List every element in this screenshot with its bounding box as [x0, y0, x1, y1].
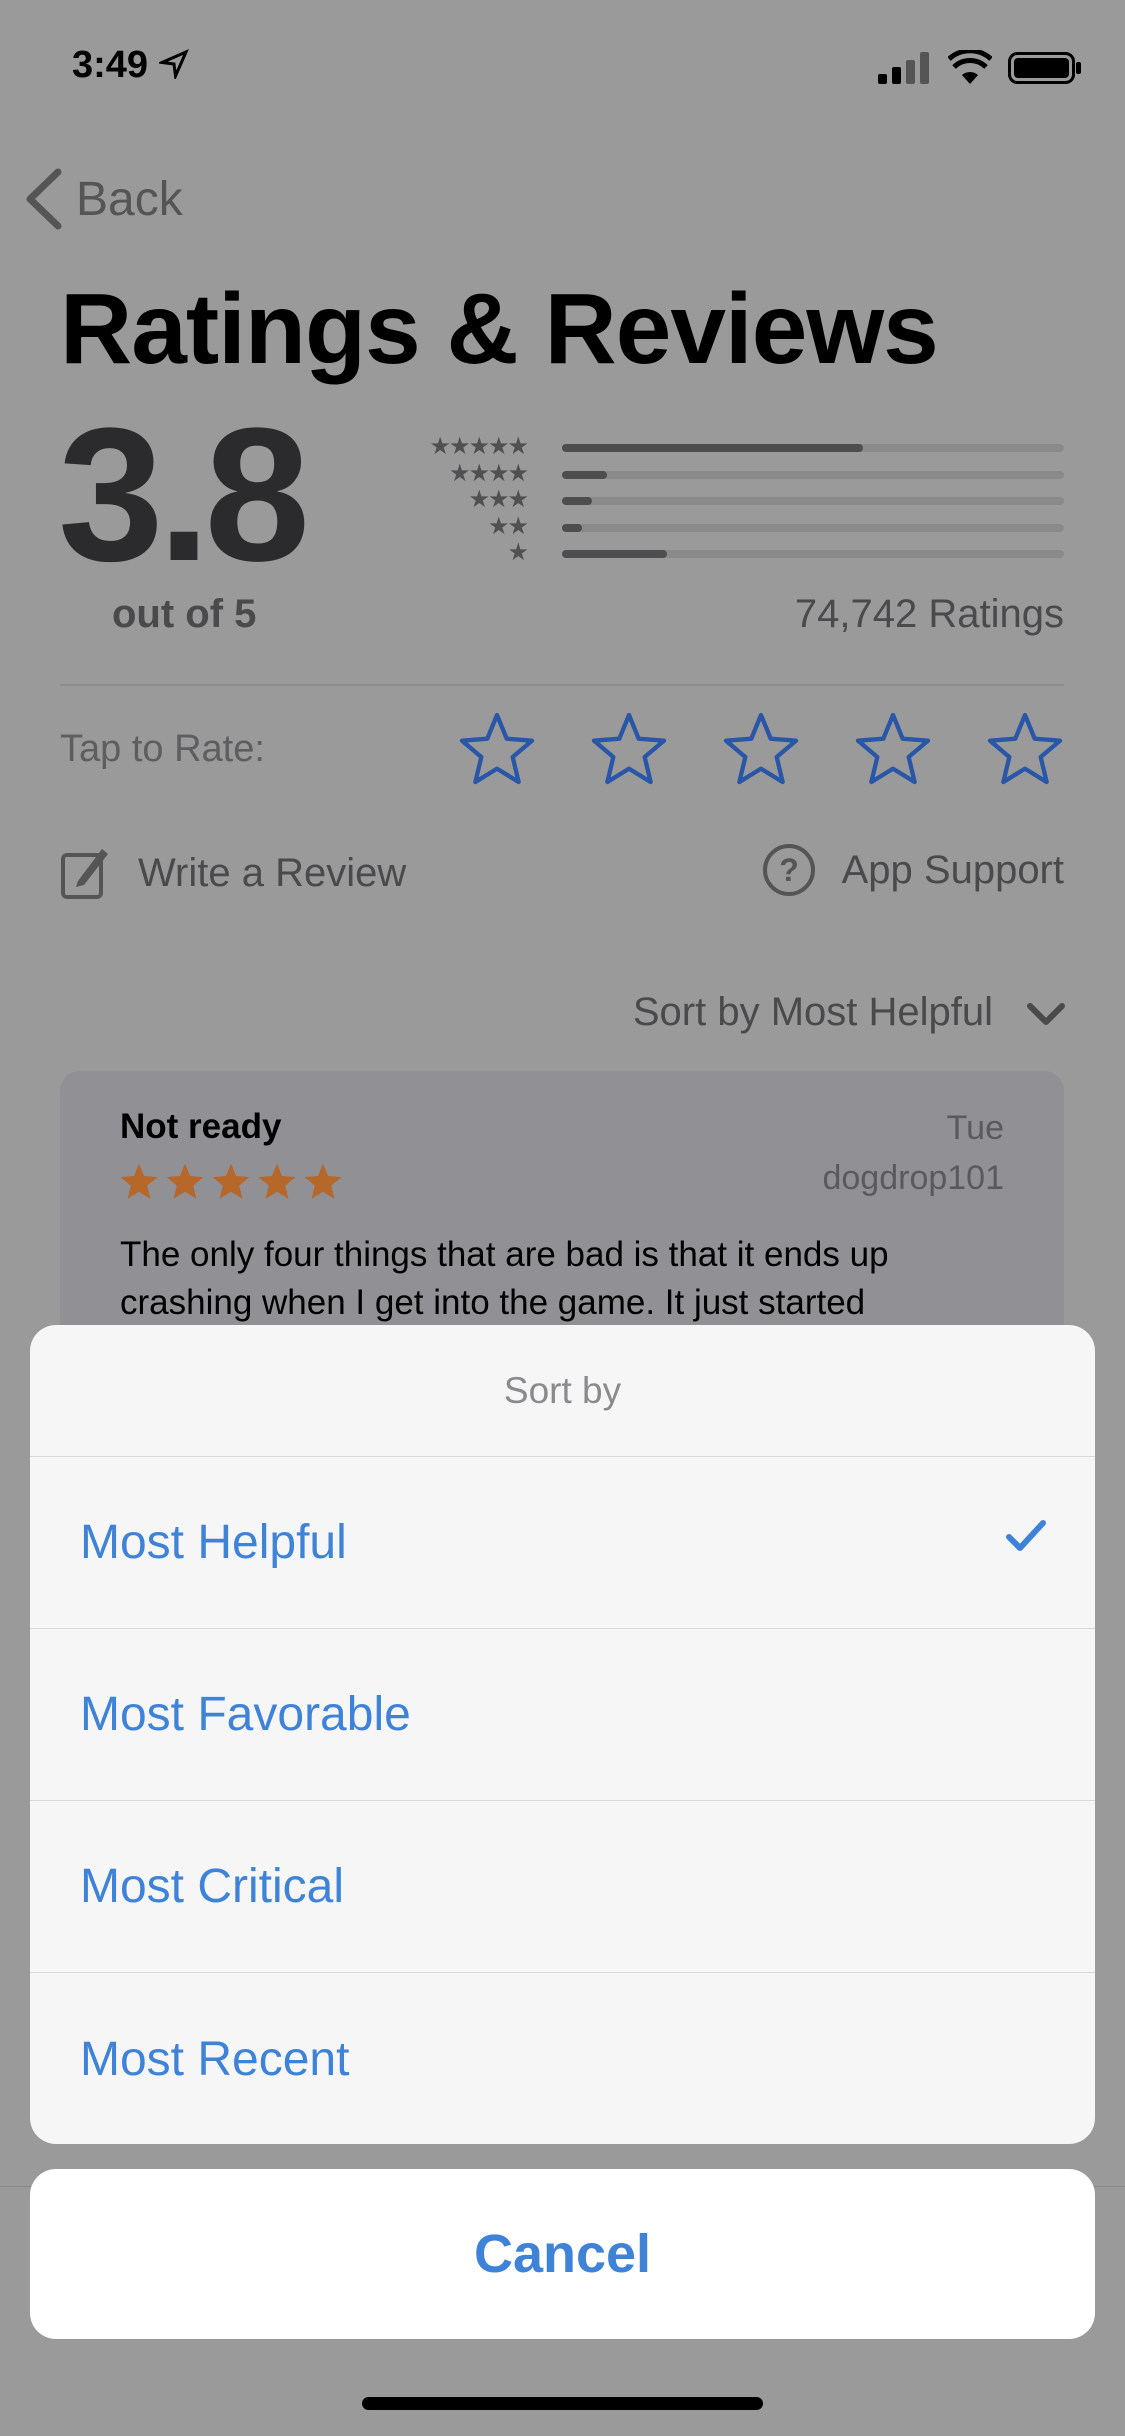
sort-option-label: Most Recent: [80, 2032, 350, 2086]
checkmark-icon: [1006, 1520, 1046, 1551]
chevron-left-icon: [26, 168, 62, 230]
time-text: 3:49: [72, 44, 149, 86]
location-arrow-icon: [156, 49, 189, 82]
sort-option-most-critical[interactable]: Most Critical: [30, 1801, 1095, 1973]
review-title: Not ready: [120, 1107, 282, 1146]
wifi-icon: [948, 50, 992, 84]
review-date: Tue: [946, 1109, 1004, 1147]
distribution-stars-label: ★: [507, 539, 528, 566]
distribution-bar-fill: [562, 497, 593, 505]
distribution-stars-label: ★★★★★: [429, 433, 529, 460]
review-body: The only four things that are bad is tha…: [120, 1235, 889, 1322]
compose-icon: [61, 849, 108, 899]
rate-star-icon[interactable]: [984, 710, 1066, 790]
signal-icon: [878, 52, 929, 84]
review-star-icon: [212, 1163, 250, 1199]
sort-button[interactable]: Sort by Most Helpful: [633, 990, 993, 1035]
sort-option-most-favorable[interactable]: Most Favorable: [30, 1629, 1095, 1801]
distribution-bar: [562, 523, 1064, 532]
back-label: Back: [76, 172, 183, 226]
distribution-bar: [562, 497, 1064, 505]
distribution-bar-fill: [562, 444, 864, 452]
out-of-label: out of 5: [112, 592, 257, 636]
average-rating: 3.8: [58, 389, 310, 601]
ratings-count: 74,742 Ratings: [794, 592, 1064, 636]
review-star-icon: [304, 1163, 342, 1199]
rate-star-icon[interactable]: [588, 710, 670, 790]
distribution-bar-fill: [562, 523, 583, 532]
rate-star-icon[interactable]: [852, 710, 934, 790]
home-indicator: [362, 2397, 763, 2410]
battery-icon: [1008, 52, 1081, 84]
review-star-icon: [258, 1163, 296, 1199]
rate-star-icon[interactable]: [720, 710, 802, 790]
distribution-bar-fill: [562, 470, 608, 479]
review-stars: [118, 1161, 344, 1203]
cancel-button[interactable]: Cancel: [30, 2169, 1095, 2339]
divider: [60, 684, 1064, 686]
sheet-title: Sort by: [30, 1325, 1095, 1457]
app-support-button[interactable]: ? App Support: [762, 843, 1064, 897]
sort-option-label: Most Critical: [80, 1860, 345, 1913]
sort-option-label: Most Helpful: [80, 1516, 347, 1569]
distribution-stars-label: ★★★★: [448, 459, 529, 487]
review-star-icon: [120, 1163, 158, 1199]
write-review-button[interactable]: Write a Review: [60, 845, 406, 901]
distribution-bar-fill: [562, 550, 668, 558]
distribution-bar: [562, 444, 1064, 452]
review-star-icon: [166, 1163, 204, 1199]
write-review-label: Write a Review: [138, 850, 407, 895]
sort-action-sheet: Sort by Most Helpful Most Favorable Most C…: [30, 1325, 1095, 2144]
sort-option-label: Most Favorable: [80, 1688, 411, 1741]
distribution-stars-label: ★★: [487, 512, 529, 540]
svg-text:?: ?: [779, 852, 799, 888]
distribution-stars-label: ★★★: [468, 486, 529, 513]
distribution-bar: [562, 470, 1064, 479]
review-author: dogdrop101: [822, 1159, 1004, 1197]
status-time: 3:49: [72, 44, 189, 87]
back-button[interactable]: Back: [24, 168, 183, 230]
distribution-bar: [562, 550, 1064, 558]
chevron-down-icon[interactable]: [1026, 1002, 1066, 1028]
page-title: Ratings & Reviews: [60, 273, 939, 385]
tap-to-rate-label: Tap to Rate:: [60, 728, 265, 770]
question-circle-icon: ?: [762, 844, 815, 896]
app-support-label: App Support: [841, 847, 1064, 892]
sort-option-most-helpful[interactable]: Most Helpful: [30, 1457, 1095, 1629]
rate-star-icon[interactable]: [456, 710, 538, 790]
sort-option-most-recent[interactable]: Most Recent: [30, 1973, 1095, 2144]
